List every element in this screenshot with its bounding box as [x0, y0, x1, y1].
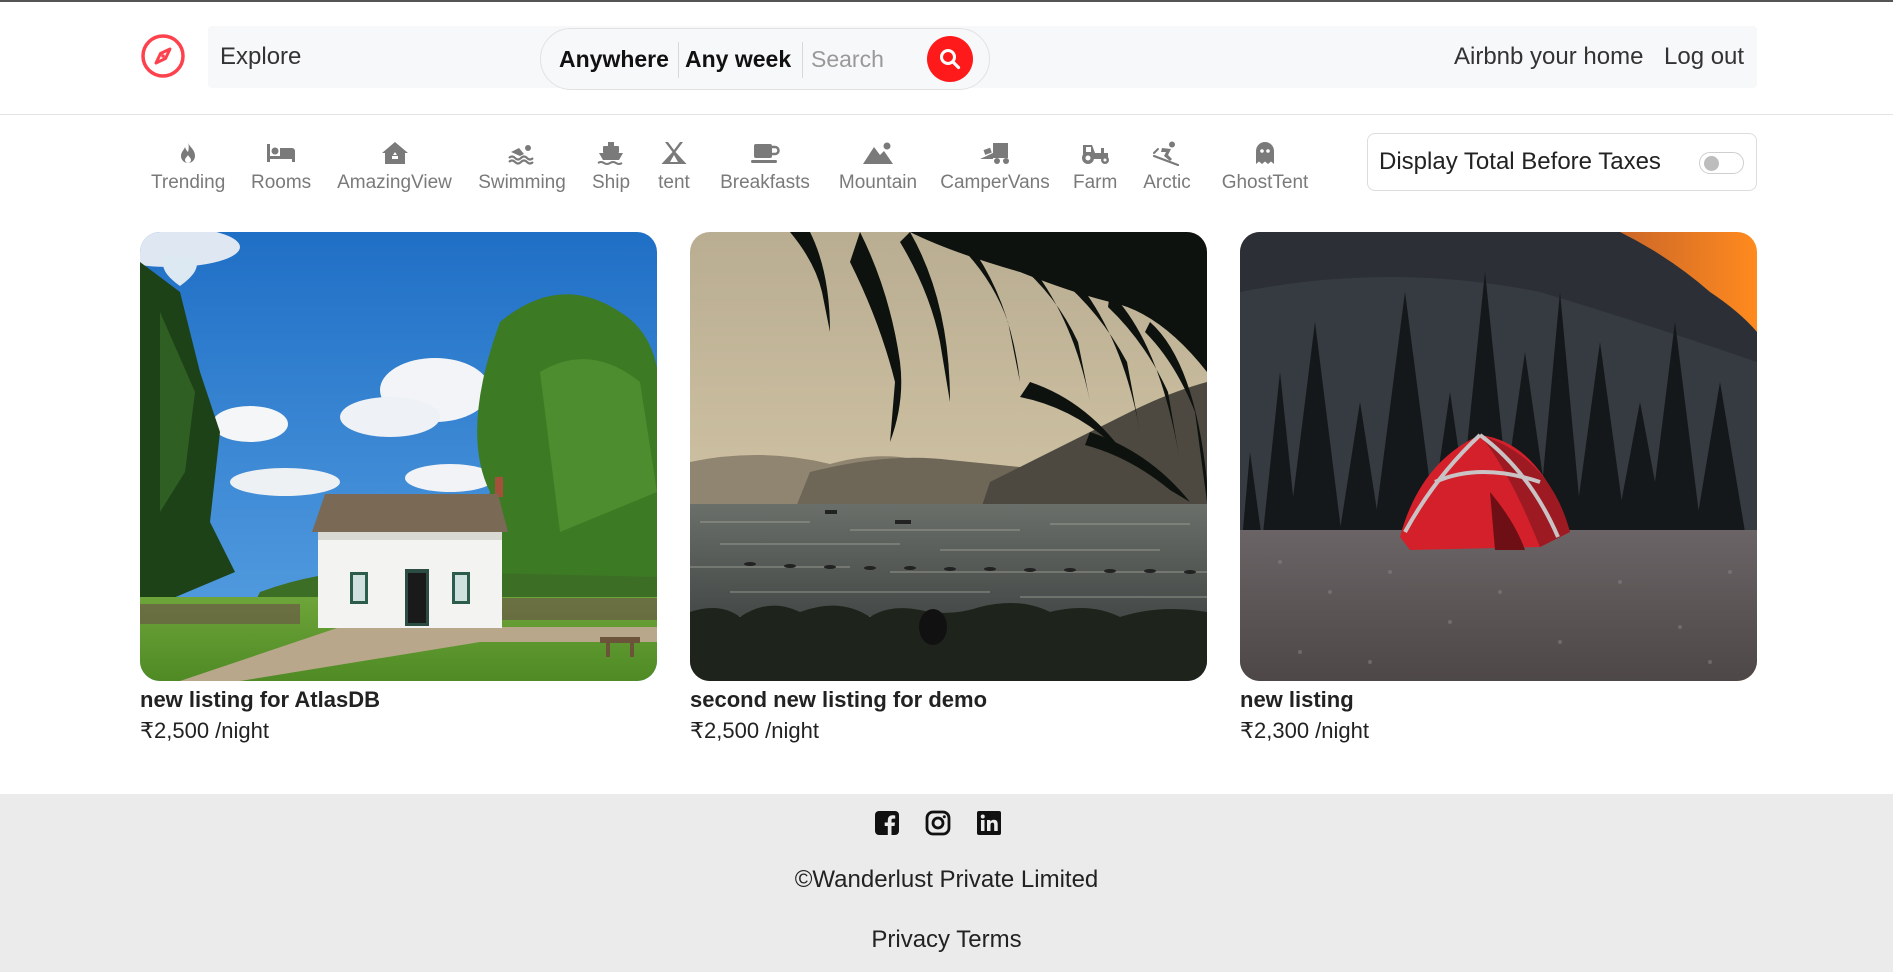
anywhere-button[interactable]: Anywhere: [559, 29, 669, 89]
social-links: [874, 810, 1002, 840]
heart-icon[interactable]: [162, 254, 198, 288]
listing-card[interactable]: new listing for AtlasDB ₹2,500 /night: [140, 232, 657, 747]
tax-toggle-box: Display Total Before Taxes: [1367, 133, 1757, 191]
ghost-icon: [1256, 142, 1274, 164]
listing-title: second new listing for demo: [690, 687, 988, 712]
footer: ©Wanderlust Private Limited Privacy Term…: [0, 794, 1893, 972]
explore-link[interactable]: Explore: [220, 26, 301, 88]
filter-label: Trending: [151, 172, 226, 193]
filter-trending[interactable]: Trending: [151, 134, 225, 194]
filter-amazingview[interactable]: AmazingView: [336, 134, 453, 194]
listing-card[interactable]: new listing ₹2,300 /night: [1240, 232, 1757, 747]
privacy-link[interactable]: Privacy: [871, 926, 950, 953]
listing-price: ₹2,500 /night: [690, 718, 819, 743]
mountain-icon: [863, 142, 893, 164]
listing-title: new listing: [1240, 687, 1354, 712]
filter-label: tent: [658, 172, 690, 193]
tractor-icon: [1082, 145, 1109, 164]
filter-breakfasts[interactable]: Breakfasts: [717, 134, 813, 194]
filter-label: Breakfasts: [720, 172, 810, 193]
fire-icon: [181, 142, 195, 163]
mug-icon: [751, 144, 780, 163]
airbnb-your-home-link[interactable]: Airbnb your home: [1454, 26, 1643, 88]
listing-card[interactable]: second new listing for demo ₹2,500 /nigh…: [690, 232, 1207, 747]
terms-link[interactable]: Terms: [956, 926, 1021, 953]
facebook-link[interactable]: [874, 810, 900, 836]
filter-ship[interactable]: Ship: [591, 134, 631, 194]
filter-campervans[interactable]: CamperVans: [940, 134, 1050, 194]
filter-label: Ship: [591, 172, 631, 193]
listing-price: ₹2,500 /night: [140, 718, 269, 743]
filter-mountain[interactable]: Mountain: [836, 134, 920, 194]
filter-label: Swimming: [478, 172, 566, 193]
filter-rooms[interactable]: Rooms: [251, 134, 311, 194]
search-divider: [802, 42, 803, 78]
skier-icon: [1152, 141, 1180, 166]
linkedin-link[interactable]: [976, 810, 1002, 836]
navbar: Explore Anywhere Any week Airbnb your ho…: [0, 2, 1893, 115]
linkedin-icon: [977, 811, 1001, 835]
instagram-link[interactable]: [925, 810, 951, 836]
tent-icon: [661, 142, 687, 164]
search-input[interactable]: [811, 42, 883, 76]
switch-knob: [1704, 156, 1719, 171]
compass-icon: [141, 34, 185, 78]
search-divider: [678, 42, 679, 78]
search-button[interactable]: [927, 36, 973, 82]
legal-links: Privacy Terms: [0, 926, 1893, 954]
filter-label: Mountain: [838, 172, 918, 193]
swimmer-icon: [508, 145, 534, 165]
filter-tent[interactable]: tent: [654, 134, 694, 194]
filter-label: Arctic: [1143, 172, 1191, 193]
instagram-icon: [925, 810, 951, 836]
search-icon: [940, 49, 961, 70]
listing-price: ₹2,300 /night: [1240, 718, 1369, 743]
filter-label: GhostTent: [1221, 172, 1309, 193]
any-week-button[interactable]: Any week: [685, 29, 791, 89]
listing-title: new listing for AtlasDB: [140, 687, 380, 712]
filter-label: Rooms: [251, 172, 312, 193]
filter-swimming[interactable]: Swimming: [478, 134, 566, 194]
logout-link[interactable]: Log out: [1664, 26, 1744, 88]
tax-toggle-label: Display Total Before Taxes: [1379, 148, 1661, 175]
listing-image: [140, 232, 657, 681]
listing-image: [1240, 232, 1757, 681]
filter-label: CamperVans: [940, 172, 1050, 193]
facebook-icon: [875, 811, 899, 835]
filter-ghosttent[interactable]: GhostTent: [1219, 134, 1311, 194]
listing-image: [690, 232, 1207, 681]
filter-farm[interactable]: Farm: [1073, 134, 1117, 194]
bed-icon: [267, 144, 295, 162]
filter-label: Farm: [1073, 172, 1118, 193]
truck-ramp-icon: [980, 143, 1009, 164]
copyright-text: ©Wanderlust Private Limited: [794, 866, 1099, 893]
filter-arctic[interactable]: Arctic: [1141, 134, 1193, 194]
nav-bar-inner: Explore Anywhere Any week Airbnb your ho…: [208, 26, 1757, 90]
ship-icon: [597, 142, 623, 165]
tax-toggle-switch[interactable]: [1699, 152, 1744, 174]
house-icon: [381, 142, 408, 164]
filter-label: AmazingView: [337, 172, 452, 193]
compass-logo-link[interactable]: [140, 33, 186, 79]
search-bar: Anywhere Any week: [540, 28, 990, 90]
